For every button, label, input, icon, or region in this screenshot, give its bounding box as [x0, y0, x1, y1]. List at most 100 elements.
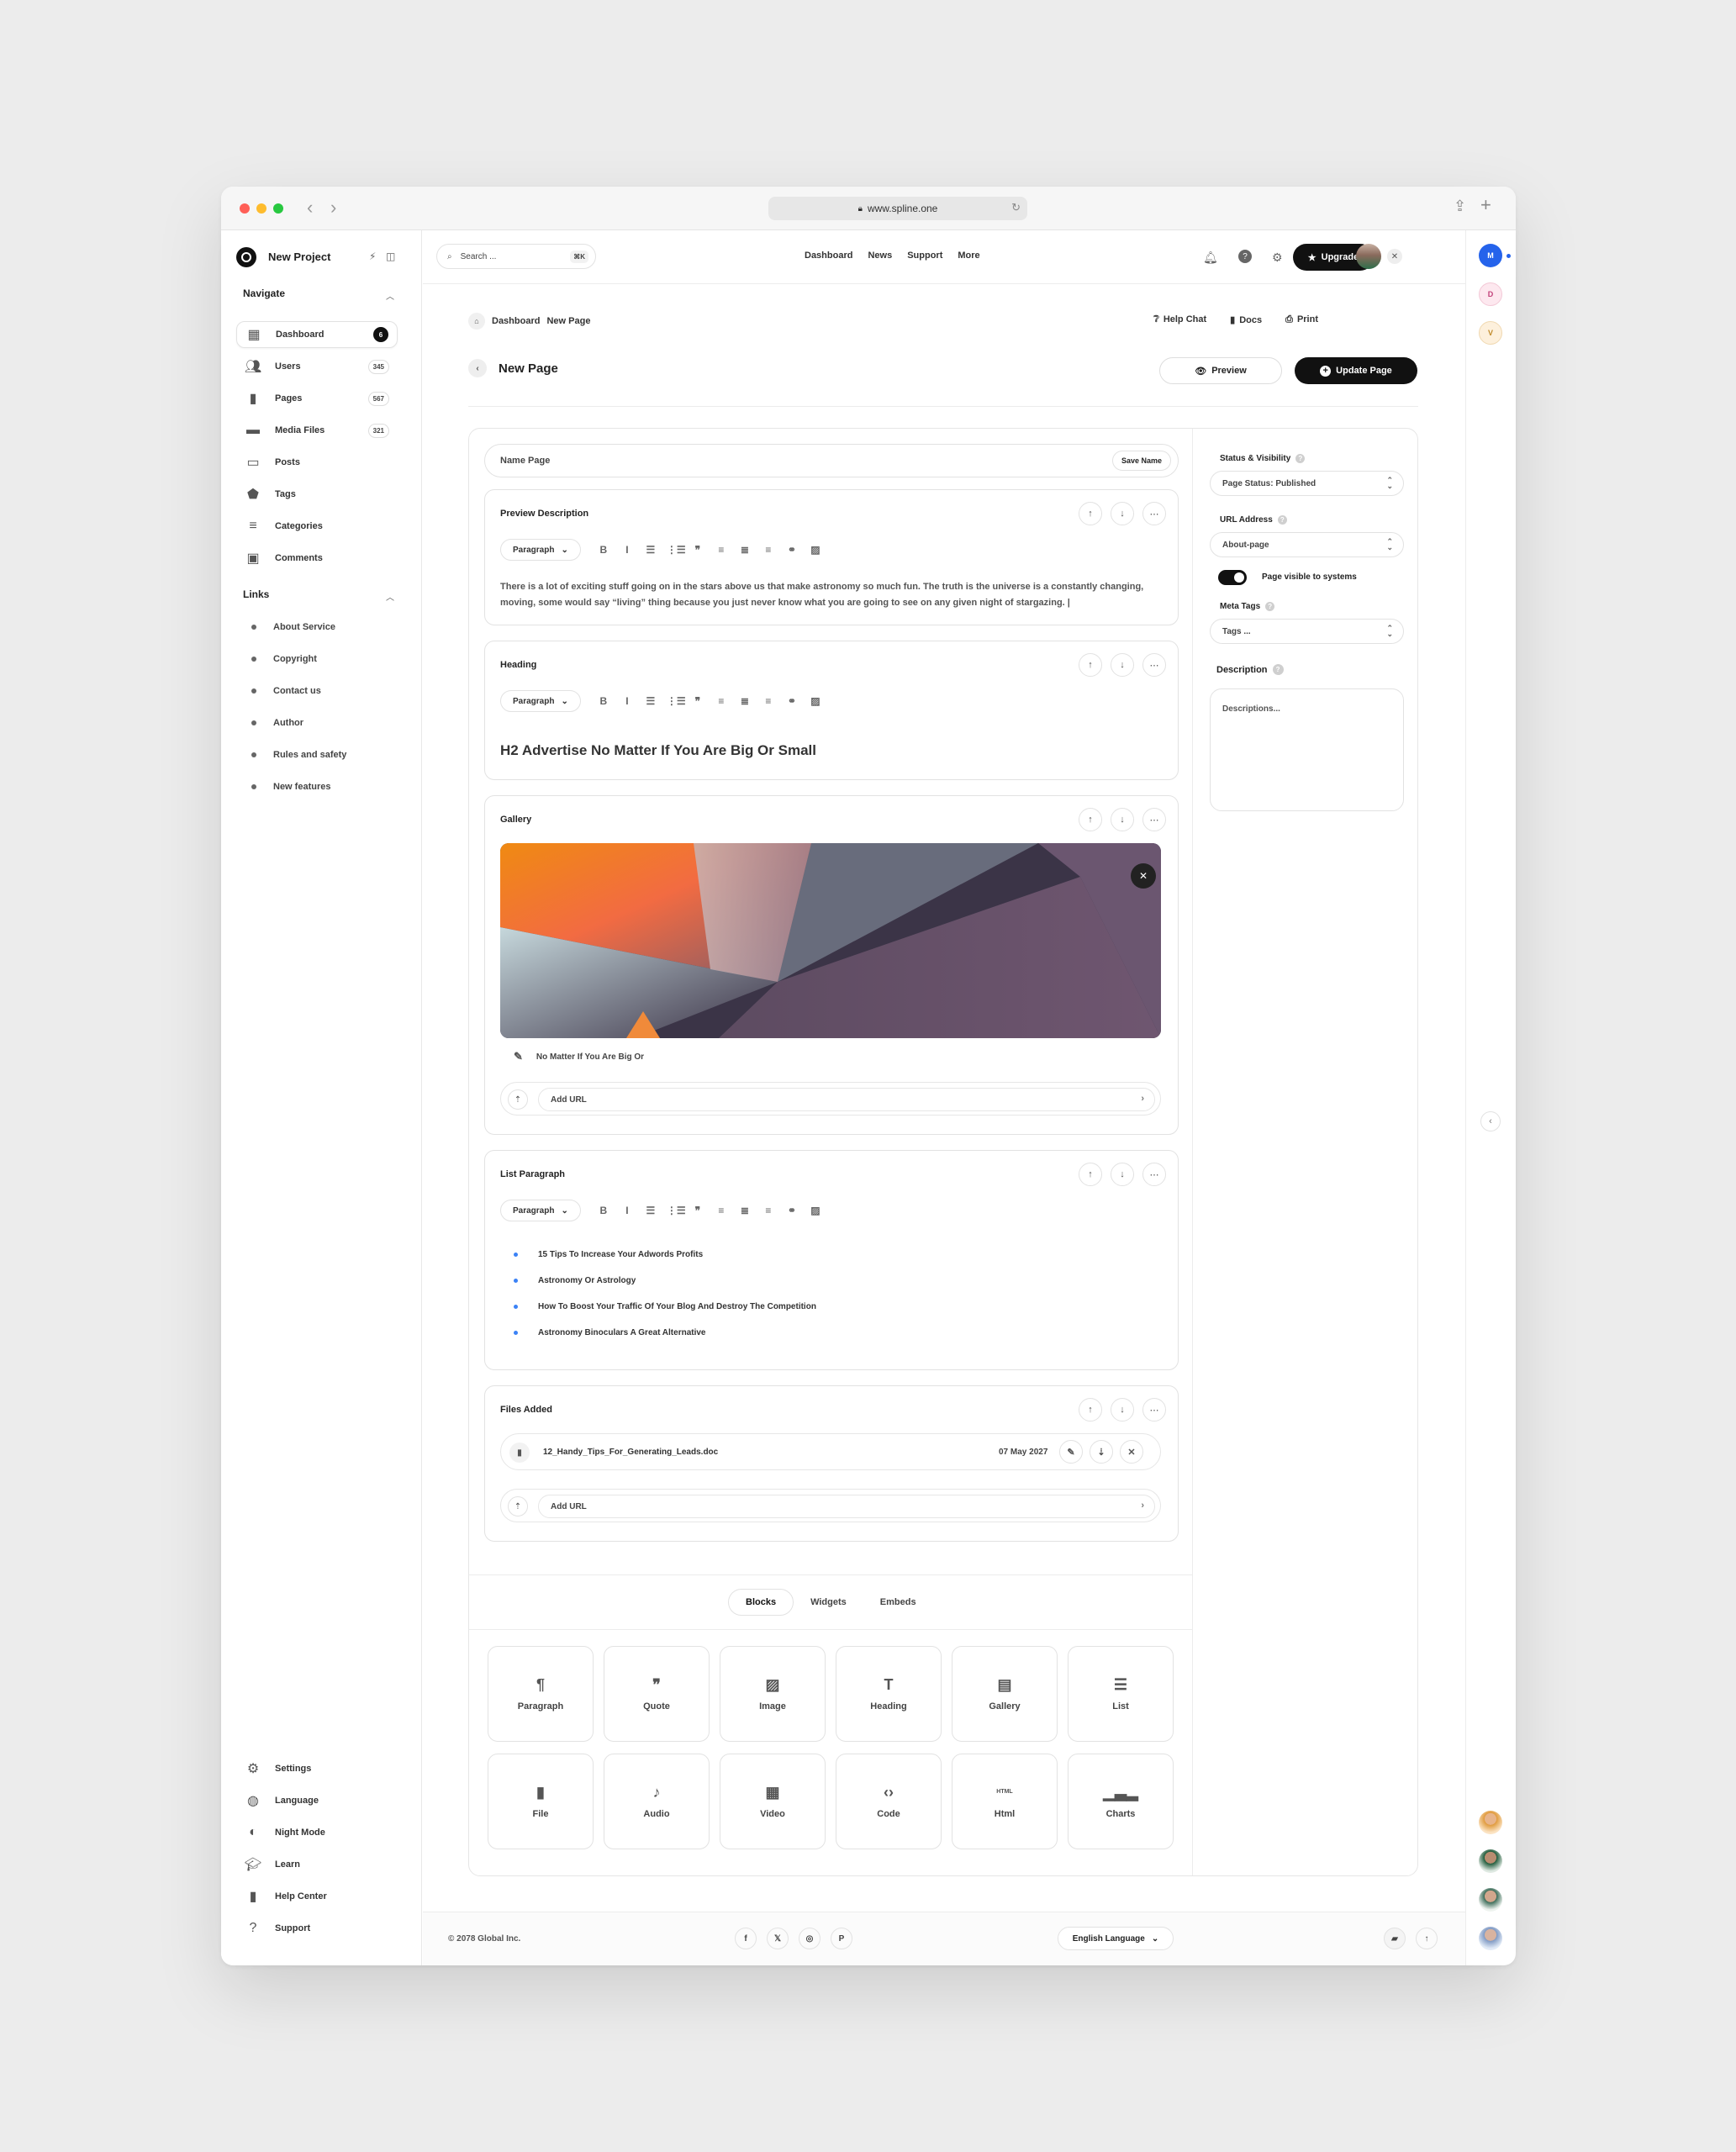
- new-tab-icon[interactable]: +: [1480, 194, 1491, 216]
- sidebar-item-categories[interactable]: ≡ Categories: [236, 513, 398, 540]
- sidebar-item-posts[interactable]: ▭ Posts: [236, 449, 398, 476]
- help-icon[interactable]: ?: [1238, 250, 1252, 263]
- add-url-input[interactable]: Add URL ›: [538, 1088, 1155, 1111]
- align-center-icon[interactable]: ≣: [737, 1205, 752, 1216]
- bold-icon[interactable]: B: [596, 544, 611, 556]
- avatar[interactable]: [1479, 1888, 1502, 1912]
- sidebar-item-learn[interactable]: 🎓︎ Learn: [236, 1851, 398, 1878]
- block-video[interactable]: ▦ Video: [720, 1754, 826, 1849]
- maximize-window-button[interactable]: [273, 203, 283, 214]
- upload-icon[interactable]: ⇡: [508, 1089, 528, 1110]
- move-down-icon[interactable]: ↓: [1111, 808, 1134, 831]
- more-icon[interactable]: ⋯: [1142, 502, 1166, 525]
- block-charts[interactable]: ▁▃▂ Charts: [1068, 1754, 1174, 1849]
- preview-button[interactable]: 👁︎ Preview: [1159, 357, 1282, 384]
- info-icon[interactable]: ?: [1295, 454, 1306, 463]
- paragraph-select[interactable]: Paragraph ⌄: [500, 1200, 581, 1221]
- back-icon[interactable]: ‹: [468, 359, 487, 377]
- block-heading[interactable]: T Heading: [836, 1646, 942, 1742]
- block-image[interactable]: ▨ Image: [720, 1646, 826, 1742]
- sidebar-link[interactable]: Copyright: [251, 654, 317, 664]
- sidebar-item-tags[interactable]: ⬟ Tags: [236, 481, 398, 508]
- block-audio[interactable]: ♪ Audio: [604, 1754, 710, 1849]
- file-name[interactable]: 12_Handy_Tips_For_Generating_Leads.doc: [543, 1448, 718, 1457]
- sidebar-link[interactable]: Author: [251, 718, 303, 728]
- link-icon[interactable]: ⚭: [784, 1205, 799, 1216]
- toplink-news[interactable]: News: [868, 251, 892, 261]
- block-gallery[interactable]: ▤ Gallery: [952, 1646, 1058, 1742]
- print-link[interactable]: ⎙ Print: [1285, 314, 1318, 325]
- bolt-icon[interactable]: ⚡︎: [369, 251, 376, 262]
- numbered-list-icon[interactable]: ⋮☰: [667, 544, 686, 556]
- paragraph-select[interactable]: Paragraph ⌄: [500, 690, 581, 712]
- list-item[interactable]: Astronomy Or Astrology: [514, 1276, 636, 1285]
- description-textarea[interactable]: Descriptions...: [1210, 688, 1404, 811]
- italic-icon[interactable]: I: [620, 695, 635, 707]
- image-icon[interactable]: ▨: [808, 695, 823, 707]
- tab-widgets[interactable]: Widgets: [794, 1589, 863, 1616]
- gear-icon[interactable]: ⚙: [1272, 251, 1283, 265]
- info-icon[interactable]: ?: [1272, 664, 1284, 675]
- bullet-list-icon[interactable]: ☰: [643, 544, 658, 556]
- avatar[interactable]: [1479, 1811, 1502, 1834]
- toplink-support[interactable]: Support: [907, 251, 942, 261]
- align-right-icon[interactable]: ≡: [761, 695, 776, 707]
- x-icon[interactable]: 𝕏: [767, 1928, 789, 1949]
- tab-blocks[interactable]: Blocks: [728, 1589, 794, 1616]
- move-up-icon[interactable]: ↑: [1079, 1163, 1102, 1186]
- paragraph-select[interactable]: Paragraph ⌄: [500, 539, 581, 561]
- tab-embeds[interactable]: Embeds: [863, 1589, 933, 1616]
- image-icon[interactable]: ▨: [808, 1205, 823, 1216]
- bell-icon[interactable]: 🔔︎: [1203, 251, 1218, 265]
- align-right-icon[interactable]: ≡: [761, 1205, 776, 1216]
- chevron-up-icon[interactable]: ︿: [386, 590, 394, 603]
- sidebar-item-users[interactable]: 👥︎ Users 345: [236, 353, 398, 380]
- chevron-up-icon[interactable]: ︿: [386, 289, 394, 302]
- preview-text[interactable]: There is a lot of exciting stuff going o…: [500, 579, 1164, 611]
- status-select[interactable]: Page Status: Published ⌃ ⌄: [1210, 471, 1404, 496]
- upload-icon[interactable]: ⇡: [508, 1496, 528, 1516]
- gallery-image[interactable]: ✕: [500, 843, 1161, 1038]
- sidebar-item-dashboard[interactable]: ▦ Dashboard 6: [236, 321, 398, 348]
- align-left-icon[interactable]: ≡: [714, 544, 729, 556]
- remove-image-icon[interactable]: ✕: [1131, 863, 1156, 889]
- download-icon[interactable]: ⇣: [1090, 1440, 1113, 1464]
- sidebar-item-comments[interactable]: ▣ Comments: [236, 545, 398, 572]
- avatar[interactable]: [1479, 1927, 1502, 1950]
- italic-icon[interactable]: I: [620, 1205, 635, 1216]
- toplink-dashboard[interactable]: Dashboard: [805, 251, 852, 261]
- more-icon[interactable]: ⋯: [1142, 653, 1166, 677]
- move-down-icon[interactable]: ↓: [1111, 502, 1134, 525]
- chat-icon[interactable]: ▰: [1384, 1928, 1406, 1949]
- italic-icon[interactable]: I: [620, 544, 635, 556]
- link-icon[interactable]: ⚭: [784, 544, 799, 556]
- home-icon[interactable]: ⌂: [468, 313, 485, 330]
- sidebar-item-support[interactable]: ? Support: [236, 1915, 398, 1942]
- page-name-input[interactable]: Name Page Save Name: [484, 444, 1179, 477]
- list-item[interactable]: 15 Tips To Increase Your Adwords Profits: [514, 1250, 703, 1259]
- avatar[interactable]: [1479, 1849, 1502, 1873]
- sidebar-link[interactable]: Contact us: [251, 686, 321, 696]
- share-icon[interactable]: ⇪: [1454, 198, 1466, 215]
- add-url-input[interactable]: Add URL ›: [538, 1495, 1155, 1518]
- minimize-window-button[interactable]: [256, 203, 266, 214]
- reload-icon[interactable]: ↻: [1011, 201, 1021, 214]
- sidebar-item-help-center[interactable]: ▮ Help Center: [236, 1883, 398, 1910]
- sidebar-item-night-mode[interactable]: ◐ Night Mode: [236, 1819, 398, 1846]
- sidebar-link[interactable]: Rules and safety: [251, 750, 346, 760]
- sidebar-item-pages[interactable]: ▮ Pages 567: [236, 385, 398, 412]
- block-code[interactable]: ‹› Code: [836, 1754, 942, 1849]
- forward-arrow-icon[interactable]: ›: [330, 198, 336, 217]
- url-address-select[interactable]: About-page ⌃ ⌄: [1210, 532, 1404, 557]
- quote-icon[interactable]: ❞: [690, 544, 705, 556]
- docs-link[interactable]: ▮ Docs: [1230, 314, 1262, 325]
- align-left-icon[interactable]: ≡: [714, 695, 729, 707]
- heading-text[interactable]: H2 Advertise No Matter If You Are Big Or…: [500, 742, 816, 759]
- sidebar-item-language[interactable]: ◍ Language: [236, 1787, 398, 1814]
- more-icon[interactable]: ⋯: [1142, 1163, 1166, 1186]
- bold-icon[interactable]: B: [596, 695, 611, 707]
- help-chat-link[interactable]: ❔︎ Help Chat: [1153, 314, 1206, 325]
- search-input[interactable]: ⌕ Search ... ⌘K: [436, 244, 596, 269]
- avatar[interactable]: [1356, 244, 1381, 269]
- arrow-up-icon[interactable]: ↑: [1416, 1928, 1438, 1949]
